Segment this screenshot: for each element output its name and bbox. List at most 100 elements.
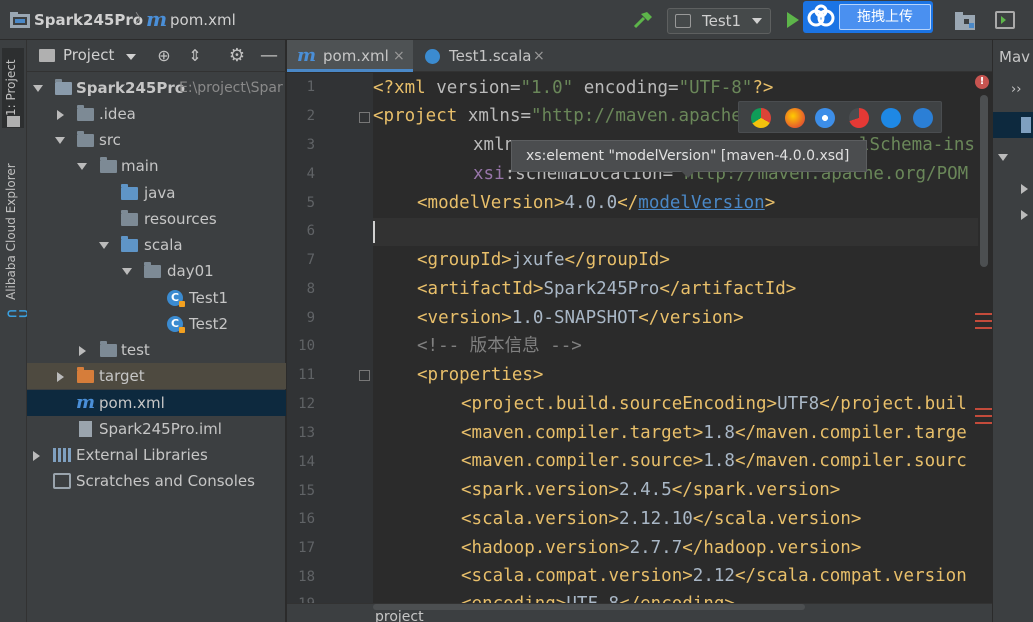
error-stripe-mark[interactable]: [975, 415, 992, 417]
chrome-icon[interactable]: [751, 108, 771, 128]
expand-arrow-icon[interactable]: [79, 346, 86, 356]
project-view-select[interactable]: Project: [63, 46, 114, 64]
tree-item-main[interactable]: main: [27, 153, 286, 179]
tree-item-iml[interactable]: Spark245Pro.iml: [27, 416, 286, 442]
breadcrumb-file[interactable]: pom.xml: [170, 0, 236, 40]
tree-item-scratches[interactable]: Scratches and Consoles: [27, 468, 286, 494]
vertical-scrollbar[interactable]: [980, 95, 988, 267]
code-line-1: <?xml version="1.0" encoding="UTF-8"?>: [373, 78, 774, 98]
firefox-icon[interactable]: [785, 108, 805, 128]
expand-arrow-icon[interactable]: [57, 372, 64, 382]
scala-class-icon: [425, 49, 440, 64]
run-play-icon[interactable]: [787, 12, 799, 28]
locate-file-icon[interactable]: ⊕: [154, 46, 174, 66]
run-configuration-label: Test1: [702, 12, 742, 30]
maven-panel-title[interactable]: Mav: [999, 48, 1030, 66]
project-path: E:\project\Spar: [179, 80, 283, 96]
tab-test1-scala[interactable]: Test1.scala ×: [413, 40, 545, 72]
tree-item-label: src: [99, 131, 121, 149]
build-hammer-icon[interactable]: [632, 10, 654, 30]
tree-item-idea[interactable]: .idea: [27, 101, 286, 127]
tree-item-test1[interactable]: C Test1: [27, 285, 286, 311]
line-number: 17: [298, 540, 315, 556]
tree-item-label: Spark245Pro: [76, 79, 186, 97]
project-structure-icon[interactable]: [955, 12, 975, 30]
line-number: 1: [306, 79, 315, 95]
expand-arrow-icon[interactable]: [122, 268, 132, 275]
maven-icon: m: [146, 7, 168, 31]
gear-icon[interactable]: ⚙: [227, 46, 247, 66]
horizontal-scrollbar[interactable]: [373, 604, 805, 610]
more-chevron-icon[interactable]: ››: [1011, 82, 1021, 97]
tool-tab-alibaba-cloud[interactable]: Alibaba Cloud Explorer: [4, 160, 18, 300]
fold-marker-icon[interactable]: [359, 112, 370, 123]
line-number-gutter[interactable]: 1 2 3 4 5 6 7 8 9 10 11 12 13 14 15 16 1…: [287, 73, 395, 612]
line-number: 8: [306, 281, 315, 297]
minimize-icon[interactable]: —: [259, 46, 279, 66]
code-line-3-tail: lSchema-ins: [859, 135, 975, 155]
code-line-17: <hadoop.version>2.7.7</hadoop.version>: [461, 538, 862, 558]
tree-item-label: scala: [144, 236, 183, 254]
folder-icon: [7, 116, 20, 127]
tree-item-label: External Libraries: [76, 446, 208, 464]
expand-arrow-icon[interactable]: [1021, 210, 1028, 220]
tree-item-scala[interactable]: scala: [27, 232, 286, 258]
tree-item-project-root[interactable]: Spark245Pro E:\project\Spar: [27, 75, 286, 101]
tree-item-target[interactable]: target: [27, 363, 286, 389]
tree-item-label: day01: [167, 262, 214, 280]
navigation-bar: Spark245Pro 〉 m pom.xml Test1 拖拽上传: [0, 0, 1033, 40]
code-line-12: <project.build.sourceEncoding>UTF8</proj…: [461, 394, 967, 414]
close-icon[interactable]: ×: [533, 40, 545, 72]
drag-upload-button[interactable]: 拖拽上传: [839, 4, 931, 30]
error-stripe-mark[interactable]: [975, 422, 992, 424]
error-indicator-icon[interactable]: !: [975, 75, 989, 89]
error-stripe-mark[interactable]: [975, 327, 992, 329]
tree-item-src[interactable]: src: [27, 127, 286, 153]
expand-arrow-icon[interactable]: [33, 85, 43, 92]
tree-item-pom[interactable]: m pom.xml: [27, 390, 286, 416]
edge-icon[interactable]: [913, 108, 933, 128]
terminal-icon[interactable]: [995, 11, 1015, 29]
line-number: 4: [306, 166, 315, 182]
tree-item-java[interactable]: java: [27, 180, 286, 206]
expand-arrow-icon[interactable]: [33, 451, 40, 461]
code-line-5: <modelVersion>4.0.0</modelVersion>: [417, 193, 776, 213]
open-in-browser-popup: [738, 101, 942, 133]
tree-item-day01[interactable]: day01: [27, 258, 286, 284]
internet-explorer-icon[interactable]: [881, 108, 901, 128]
chevron-down-icon[interactable]: [126, 54, 136, 60]
line-number: 16: [298, 511, 315, 527]
safari-icon[interactable]: [815, 108, 835, 128]
error-stripe-mark[interactable]: [975, 408, 992, 410]
expand-arrow-icon[interactable]: [99, 242, 109, 249]
breadcrumb-project-tag[interactable]: project: [375, 609, 424, 622]
tree-item-external-libraries[interactable]: External Libraries: [27, 442, 286, 468]
tree-item-resources[interactable]: resources: [27, 206, 286, 232]
collapse-all-icon[interactable]: ⇕: [185, 46, 205, 66]
run-configuration-select[interactable]: Test1: [667, 8, 771, 34]
expand-arrow-icon[interactable]: [77, 163, 87, 170]
expand-arrow-icon[interactable]: [55, 137, 65, 144]
opera-icon[interactable]: [849, 108, 869, 128]
line-number: 5: [306, 195, 315, 211]
expand-arrow-icon[interactable]: [57, 110, 64, 120]
code-line-11: <properties>: [417, 365, 544, 385]
tab-pom-xml[interactable]: m pom.xml ×: [287, 40, 413, 72]
tree-item-label: target: [99, 367, 145, 385]
tree-item-test[interactable]: test: [27, 337, 286, 363]
current-line-highlight: [373, 218, 992, 246]
breadcrumb-project[interactable]: Spark245Pro: [34, 0, 143, 40]
error-stripe-mark[interactable]: [975, 313, 992, 315]
baidu-cloud-icon: [807, 4, 835, 27]
expand-arrow-icon[interactable]: [998, 154, 1008, 161]
error-stripe-mark[interactable]: [975, 320, 992, 322]
code-line-15: <spark.version>2.4.5</spark.version>: [461, 480, 841, 500]
close-icon[interactable]: ×: [393, 40, 405, 72]
fold-marker-icon[interactable]: [359, 370, 370, 381]
expand-arrow-icon[interactable]: [1021, 184, 1028, 194]
alibaba-cloud-icon[interactable]: ⊂⊃: [6, 306, 29, 322]
tree-item-test2[interactable]: C Test2: [27, 311, 286, 337]
baidu-upload-widget[interactable]: 拖拽上传: [803, 1, 933, 33]
line-number: 14: [298, 454, 315, 470]
editor-tab-bar: m pom.xml × Test1.scala ×: [287, 40, 992, 72]
